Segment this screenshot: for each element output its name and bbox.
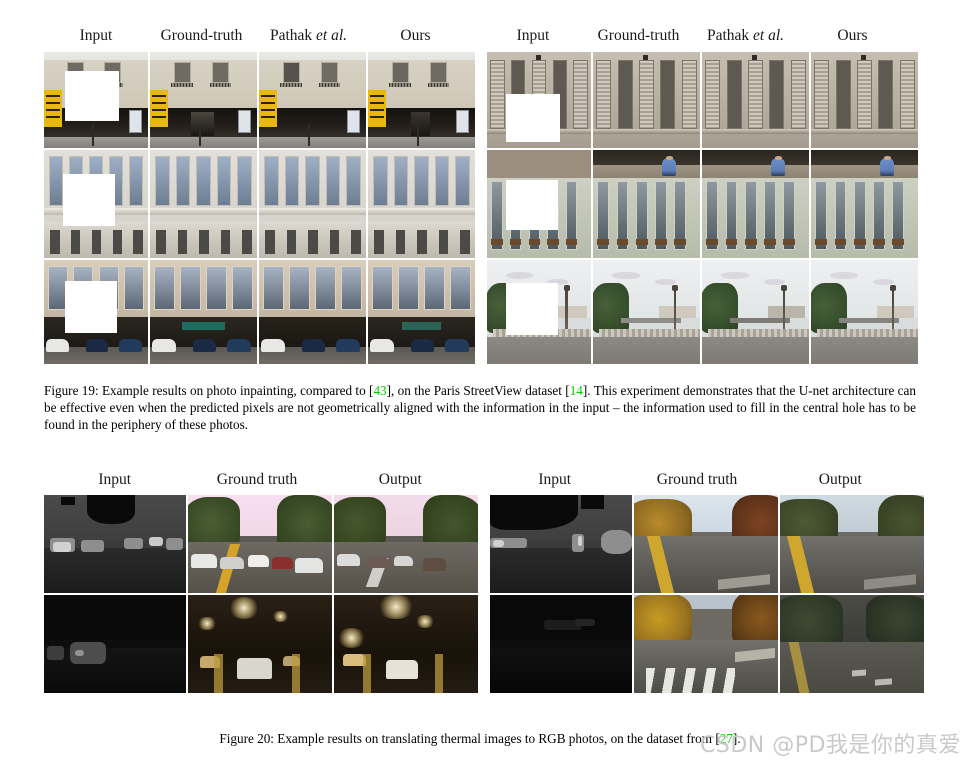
figure-19-cell-r2c1-input [44, 150, 148, 258]
figure-19-citation-43[interactable]: 43 [373, 383, 386, 398]
figure-19-header-left-ground-truth: Ground-truth [160, 27, 243, 44]
figure-20-row-2 [44, 595, 924, 693]
figure-20-header-left-ground-truth: Ground truth [216, 471, 298, 488]
figure-20-cell-r1c1-input [44, 495, 186, 593]
figure-20-cell-r2c5-ground-truth [634, 595, 778, 693]
figure-19-cell-r1c6-ground-truth [593, 52, 700, 148]
figure-19-header-left-ours: Ours [400, 27, 431, 44]
figure-19-header-right-pathak: Pathak et al. [706, 27, 785, 44]
inpainting-hole [62, 173, 115, 226]
figure-20-caption-prefix: Figure 20: Example results on translatin… [219, 731, 716, 746]
figure-20-column-headers: Input Ground truth Output Input Ground t… [44, 472, 912, 488]
figure-20-cell-r2c6-output [780, 595, 924, 693]
figure-19-cell-r1c7-pathak [702, 52, 809, 148]
figure-20: Input Ground truth Output Input Ground t… [44, 472, 924, 694]
figure-20-header-left-input: Input [98, 471, 132, 488]
inpainting-hole [505, 282, 558, 335]
inpainting-hole [64, 280, 117, 333]
figure-20-header-right-ground-truth: Ground truth [656, 471, 738, 488]
inpainting-hole [505, 94, 560, 143]
figure-19-cell-r3c6-ground-truth [593, 260, 700, 364]
figure-19-cell-r2c8-ours [811, 150, 918, 258]
figure-19-cell-r3c4-ours [368, 260, 475, 364]
figure-19-row-2-gap [475, 150, 487, 258]
figure-20-header-left-output: Output [378, 471, 422, 488]
inpainting-hole [64, 71, 119, 122]
figure-19-cell-r3c3-pathak [259, 260, 366, 364]
figure-20-cell-r1c3-output [334, 495, 478, 593]
figure-19-cell-r2c3-pathak [259, 150, 366, 258]
figure-19-header-right-ground-truth: Ground-truth [597, 27, 680, 44]
figure-19-header-left-pathak: Pathak et al. [269, 27, 348, 44]
figure-20-cell-r1c6-output [780, 495, 924, 593]
figure-19-caption-prefix: Figure 19: Example results on photo inpa… [44, 383, 370, 398]
figure-19-cell-r2c7-pathak [702, 150, 809, 258]
figure-19-header-right-input: Input [516, 27, 550, 44]
figure-19-caption: Figure 19: Example results on photo inpa… [44, 383, 916, 433]
figure-19-header-left-input: Input [79, 27, 113, 44]
figure-19-cell-r1c3-pathak [259, 52, 366, 148]
figure-20-group-gap [472, 472, 484, 488]
figure-20-header-right-input: Input [538, 471, 572, 488]
figure-19: Input Ground-truth Pathak et al. Ours In… [44, 28, 918, 368]
figure-20-cell-r1c4-input [490, 495, 632, 593]
figure-19-row-2 [44, 150, 918, 258]
figure-19-row-3-gap [475, 260, 487, 364]
figure-19-cell-r1c8-ours [811, 52, 918, 148]
figure-19-cell-r3c2-ground-truth [150, 260, 257, 364]
figure-20-cell-r2c3-output [334, 595, 478, 693]
figure-19-cell-r2c6-ground-truth [593, 150, 700, 258]
figure-19-cell-r3c1-input [44, 260, 148, 364]
figure-19-cell-r1c2-ground-truth [150, 52, 257, 148]
figure-19-group-gap [469, 28, 481, 44]
figure-19-row-3 [44, 260, 918, 364]
figure-20-caption: Figure 20: Example results on translatin… [219, 731, 741, 746]
figure-19-row-1-gap [475, 52, 487, 148]
figure-19-cell-r3c7-pathak [702, 260, 809, 364]
inpainting-hole [505, 180, 558, 230]
figure-20-cell-r2c2-ground-truth [188, 595, 332, 693]
figure-19-caption-mid: , on the Paris StreetView dataset [391, 383, 566, 398]
figure-19-citation-14[interactable]: 14 [570, 383, 583, 398]
figure-20-row-1 [44, 495, 924, 593]
figure-19-cell-r2c5-input [487, 150, 591, 258]
figure-20-cell-r2c4-input [490, 595, 632, 693]
figure-19-cell-r3c8-ours [811, 260, 918, 364]
figure-19-row-1 [44, 52, 918, 148]
figure-19-column-headers: Input Ground-truth Pathak et al. Ours In… [44, 28, 916, 44]
figure-20-cell-r1c5-ground-truth [634, 495, 778, 593]
figure-20-row-2-gap [478, 595, 490, 693]
figure-20-citation-27[interactable]: 27 [720, 731, 733, 746]
figure-20-cell-r2c1-input [44, 595, 186, 693]
figure-20-image-grid [44, 495, 924, 693]
figure-19-cell-r2c4-ours [368, 150, 475, 258]
figure-19-image-grid [44, 52, 918, 364]
figure-20-header-right-output: Output [818, 471, 862, 488]
figure-19-cell-r2c2-ground-truth [150, 150, 257, 258]
figure-20-row-1-gap [478, 495, 490, 593]
figure-20-cell-r1c2-ground-truth [188, 495, 332, 593]
figure-19-cell-r3c5-input [487, 260, 591, 364]
figure-19-cell-r1c4-ours [368, 52, 475, 148]
figure-19-header-right-ours: Ours [837, 27, 868, 44]
figure-19-cell-r1c5-input [487, 52, 591, 148]
figure-20-caption-rest: . [737, 731, 741, 746]
figure-19-cell-r1c1-input [44, 52, 148, 148]
